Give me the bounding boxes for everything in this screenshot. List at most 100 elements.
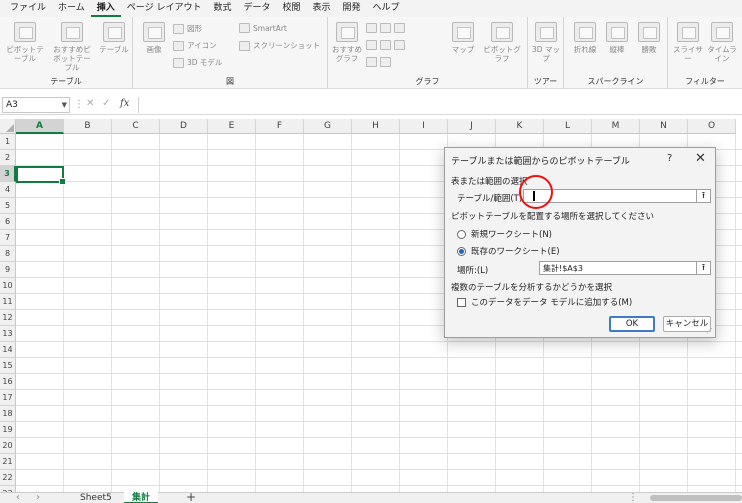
horizontal-scrollbar[interactable]	[650, 495, 742, 501]
tab-view[interactable]: 表示	[307, 0, 337, 17]
row-header-20[interactable]: 20	[0, 438, 16, 454]
resize-grip-icon[interactable]: ⋰	[706, 327, 713, 335]
tab-review[interactable]: 校閲	[276, 0, 306, 17]
sheet-next-icon[interactable]: ›	[36, 492, 40, 503]
sheet-tab-sheet5[interactable]: Sheet5	[72, 492, 120, 503]
column-header-l[interactable]: L	[544, 119, 592, 134]
row-header-19[interactable]: 19	[0, 422, 16, 438]
maps-button[interactable]: マップ	[448, 22, 478, 54]
icons-icon	[173, 40, 184, 51]
row-header-5[interactable]: 5	[0, 198, 16, 214]
radio-existing-worksheet[interactable]: 既存のワークシート(E)	[457, 245, 560, 257]
column-header-o[interactable]: O	[688, 119, 736, 134]
sparkline-line-icon	[574, 22, 596, 42]
enter-check-icon[interactable]: ✓	[102, 98, 110, 109]
help-icon[interactable]: ?	[667, 153, 672, 164]
row-header-17[interactable]: 17	[0, 390, 16, 406]
formula-input[interactable]	[138, 97, 740, 113]
row-header-1[interactable]: 1	[0, 134, 16, 150]
column-header-h[interactable]: H	[352, 119, 400, 134]
column-header-a[interactable]: A	[16, 119, 64, 134]
line-chart-button[interactable]	[366, 40, 405, 50]
column-header-n[interactable]: N	[640, 119, 688, 134]
column-header-k[interactable]: K	[496, 119, 544, 134]
sheet-tab-shukei[interactable]: 集計	[124, 492, 159, 503]
row-header-21[interactable]: 21	[0, 454, 16, 470]
image-button[interactable]: 画像	[139, 22, 169, 54]
insert-function-icon[interactable]: fx	[120, 98, 129, 109]
tab-data[interactable]: データ	[237, 0, 276, 17]
pivotchart-button[interactable]: ピボットグラフ	[480, 22, 524, 63]
column-header-i[interactable]: I	[400, 119, 448, 134]
column-header-c[interactable]: C	[112, 119, 160, 134]
ok-button[interactable]: OK	[609, 316, 655, 332]
name-box-value: A3	[6, 100, 18, 110]
table-label: テーブル	[99, 45, 129, 54]
close-icon[interactable]: ✕	[695, 151, 706, 166]
tab-options-icon[interactable]: ⋮	[628, 492, 638, 503]
row-header-16[interactable]: 16	[0, 374, 16, 390]
cancel-entry-icon[interactable]: ✕	[86, 98, 94, 109]
tab-help[interactable]: ヘルプ	[367, 0, 406, 17]
chevron-down-icon[interactable]: ▼	[62, 98, 67, 112]
icons-button[interactable]: アイコン	[173, 40, 217, 51]
column-header-j[interactable]: J	[448, 119, 496, 134]
active-cell-a3[interactable]	[16, 166, 66, 185]
shapes-button[interactable]: 図形	[173, 23, 202, 34]
collapse-dialog-icon[interactable]: ⭱	[696, 189, 710, 203]
column-header-e[interactable]: E	[208, 119, 256, 134]
sparkline-column-label: 縦棒	[609, 45, 625, 54]
tab-insert[interactable]: 挿入	[90, 0, 121, 17]
select-all-corner[interactable]	[0, 119, 16, 134]
data-model-checkbox[interactable]: このデータをデータ モデルに追加する(M)	[457, 296, 632, 308]
column-header-g[interactable]: G	[304, 119, 352, 134]
sparkline-line-button[interactable]: 折れ線	[570, 22, 600, 54]
cancel-button[interactable]: キャンセル	[663, 316, 711, 332]
row-header-3[interactable]: 3	[0, 166, 16, 182]
row-header-9[interactable]: 9	[0, 262, 16, 278]
timeline-button[interactable]: タイムライン	[706, 22, 738, 63]
pie-chart-button[interactable]	[366, 57, 391, 67]
row-header-7[interactable]: 7	[0, 230, 16, 246]
row-header-12[interactable]: 12	[0, 310, 16, 326]
collapse-location-icon[interactable]: ⭱	[696, 261, 710, 275]
row-header-8[interactable]: 8	[0, 246, 16, 262]
slicer-button[interactable]: スライサー	[672, 22, 704, 63]
row-header-13[interactable]: 13	[0, 326, 16, 342]
tab-developer[interactable]: 開発	[337, 0, 367, 17]
radio-new-worksheet[interactable]: 新規ワークシート(N)	[457, 228, 552, 240]
tab-file[interactable]: ファイル	[4, 0, 52, 17]
row-header-11[interactable]: 11	[0, 294, 16, 310]
row-header-4[interactable]: 4	[0, 182, 16, 198]
recommended-pivottable-button[interactable]: おすすめピボットテーブル	[50, 22, 94, 72]
column-header-m[interactable]: M	[592, 119, 640, 134]
column-header-f[interactable]: F	[256, 119, 304, 134]
column-chart-button[interactable]	[366, 23, 405, 33]
row-header-18[interactable]: 18	[0, 406, 16, 422]
row-header-10[interactable]: 10	[0, 278, 16, 294]
table-button[interactable]: テーブル	[98, 22, 130, 54]
add-sheet-icon[interactable]: +	[186, 490, 196, 503]
tab-page-layout[interactable]: ページ レイアウト	[121, 0, 208, 17]
column-header-d[interactable]: D	[160, 119, 208, 134]
column-header-b[interactable]: B	[64, 119, 112, 134]
more-options-icon[interactable]: ⋮	[74, 99, 84, 110]
map3d-button[interactable]: 3D マップ	[531, 22, 561, 63]
sparkline-column-button[interactable]: 縦棒	[602, 22, 632, 54]
row-header-6[interactable]: 6	[0, 214, 16, 230]
row-header-2[interactable]: 2	[0, 150, 16, 166]
screenshot-button[interactable]: スクリーンショット	[239, 40, 320, 51]
recommended-charts-button[interactable]: おすすめグラフ	[332, 22, 362, 63]
row-header-14[interactable]: 14	[0, 342, 16, 358]
sheet-prev-icon[interactable]: ‹	[16, 492, 20, 503]
tab-home[interactable]: ホーム	[52, 0, 91, 17]
model3d-button[interactable]: 3D モデル	[173, 57, 222, 68]
sparkline-winloss-button[interactable]: 勝敗	[634, 22, 664, 54]
pivottable-button[interactable]: ピボットテーブル	[4, 22, 46, 63]
smartart-button[interactable]: SmartArt	[239, 23, 287, 33]
row-header-15[interactable]: 15	[0, 358, 16, 374]
name-box[interactable]: A3 ▼	[2, 97, 70, 113]
location-input[interactable]: 集計!$A$3 ⭱	[539, 261, 711, 275]
row-header-22[interactable]: 22	[0, 470, 16, 486]
tab-formulas[interactable]: 数式	[207, 0, 237, 17]
